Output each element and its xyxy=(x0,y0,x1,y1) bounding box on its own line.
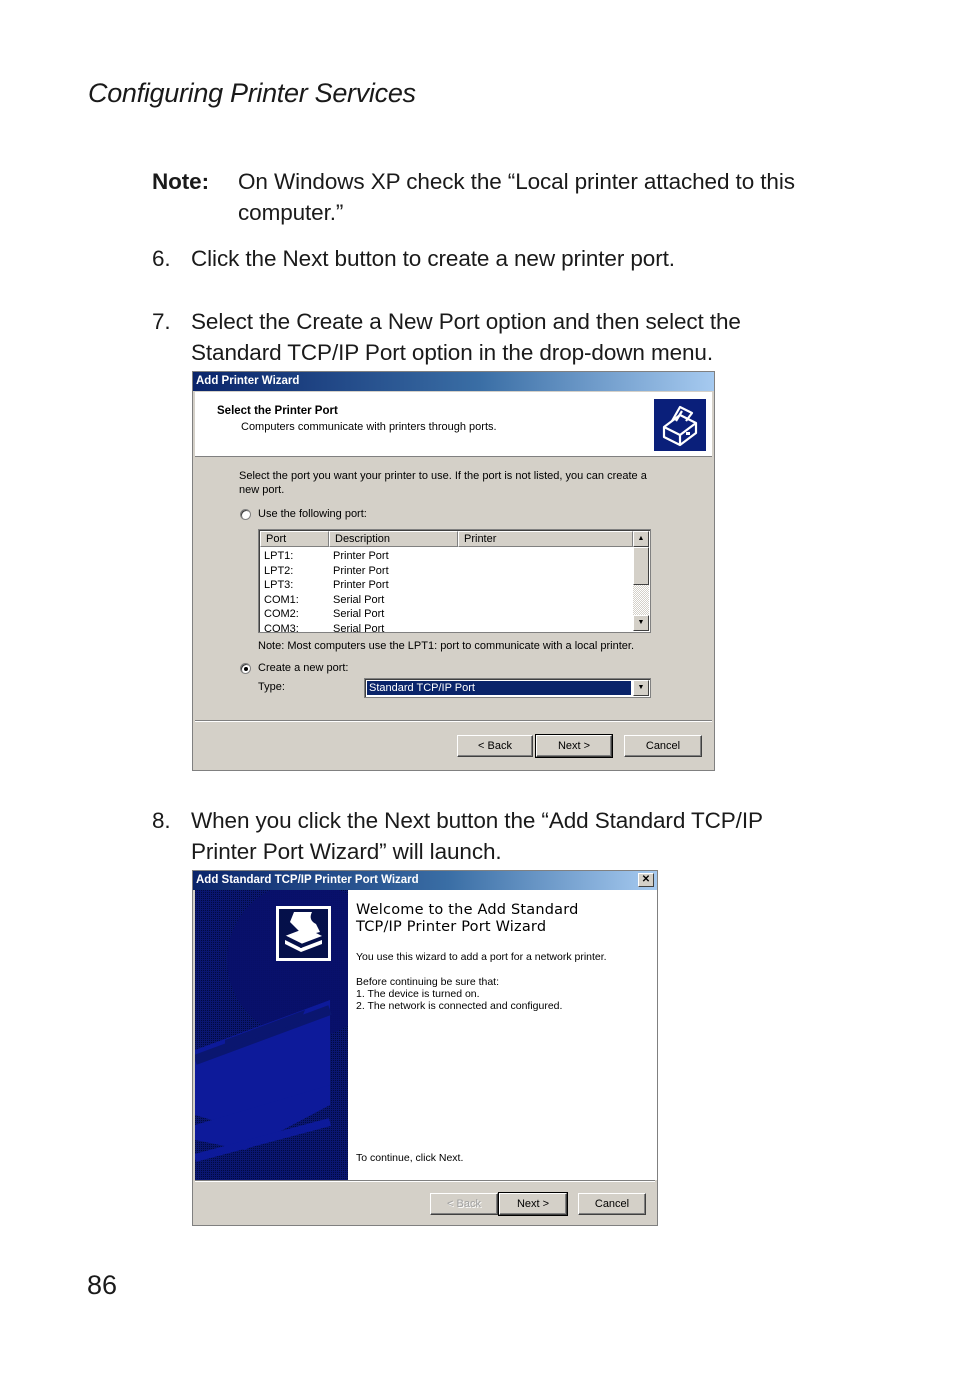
port-cell: LPT2: xyxy=(264,564,294,577)
header-title: Select the Printer Port xyxy=(217,405,338,417)
column-header-port[interactable]: Port xyxy=(260,531,329,547)
port-note-text: Note: Most computers use the LPT1: port … xyxy=(258,640,635,652)
printer-icon xyxy=(654,399,706,451)
divider xyxy=(195,720,712,722)
use-existing-port-label[interactable]: Use the following port: xyxy=(258,508,367,520)
column-header-description[interactable]: Description xyxy=(329,531,458,547)
note-text: On Windows XP check the “Local printer a… xyxy=(238,169,795,225)
create-new-port-label[interactable]: Create a new port: xyxy=(258,662,349,674)
step-number: 7. xyxy=(152,309,171,334)
port-cell: COM1: xyxy=(264,593,299,606)
step-text: Select the Create a New Port option and … xyxy=(191,309,741,365)
close-icon[interactable]: ✕ xyxy=(638,873,654,887)
port-row[interactable]: COM2: Serial Port xyxy=(264,607,384,622)
next-button[interactable]: Next > xyxy=(498,1192,568,1216)
port-list-scrollbar[interactable]: ▲ ▼ xyxy=(633,531,649,631)
description-cell: Printer Port xyxy=(333,579,389,591)
scroll-up-arrow-icon[interactable]: ▲ xyxy=(633,531,649,547)
intro-text: You use this wizard to add a port for a … xyxy=(356,951,607,963)
wizard-header: Select the Printer Port Computers commun… xyxy=(195,392,712,457)
page-number: 86 xyxy=(87,1270,118,1300)
wizard-content: Welcome to the Add Standard TCP/IP Print… xyxy=(348,890,657,1180)
port-list[interactable]: Port Description Printer LPT1: Printer Po… xyxy=(258,529,651,633)
description-cell: Serial Port xyxy=(333,622,385,633)
tcpip-port-wizard-dialog: Add Standard TCP/IP Printer Port Wizard … xyxy=(192,870,658,1226)
cancel-button[interactable]: Cancel xyxy=(578,1193,646,1215)
add-printer-wizard-dialog: Add Printer Wizard Select the Printer Po… xyxy=(192,371,715,771)
port-row[interactable]: LPT3: Printer Port xyxy=(264,578,389,593)
note-label: Note: xyxy=(152,169,209,194)
scrollbar-thumb[interactable] xyxy=(633,547,649,585)
step-number: 6. xyxy=(152,246,171,271)
step-text: When you click the Next button the “Add … xyxy=(191,808,763,864)
port-cell: LPT3: xyxy=(264,579,294,591)
step-number: 8. xyxy=(152,808,171,833)
description-cell: Serial Port xyxy=(333,593,385,606)
description-cell: Serial Port xyxy=(333,608,385,620)
port-type-dropdown[interactable]: Standard TCP/IP Port ▼ xyxy=(364,678,651,698)
printer-icon xyxy=(276,906,331,961)
welcome-title: Welcome to the Add Standard TCP/IP Print… xyxy=(356,902,579,936)
port-cell: COM3: xyxy=(264,622,299,633)
port-row[interactable]: LPT1: Printer Port xyxy=(264,549,389,564)
port-list-header: Port Description Printer xyxy=(260,531,633,547)
type-label: Type: xyxy=(258,681,285,693)
use-existing-port-radio[interactable] xyxy=(240,509,251,520)
dialog-titlebar[interactable]: Add Printer Wizard xyxy=(193,372,714,391)
continue-text: To continue, click Next. xyxy=(356,1152,464,1164)
welcome-title-line: Welcome to the Add Standard xyxy=(356,902,579,918)
dialog-title: Add Standard TCP/IP Printer Port Wizard xyxy=(196,874,419,886)
dialog-titlebar[interactable]: Add Standard TCP/IP Printer Port Wizard … xyxy=(193,871,657,890)
port-row[interactable]: COM3: Serial Port xyxy=(264,622,385,633)
divider xyxy=(195,1180,655,1182)
checklist-item: 2. The network is connected and configur… xyxy=(356,1000,563,1012)
column-header-printer[interactable]: Printer xyxy=(458,531,633,547)
scroll-down-arrow-icon[interactable]: ▼ xyxy=(633,615,649,631)
running-head: Configuring Printer Services xyxy=(88,78,416,108)
description-cell: Printer Port xyxy=(333,550,389,562)
port-type-value: Standard TCP/IP Port xyxy=(367,681,631,695)
instruction-text: Select the port you want your printer to… xyxy=(239,470,647,496)
next-button[interactable]: Next > xyxy=(535,734,613,758)
before-text: Before continuing be sure that: xyxy=(356,976,500,988)
create-new-port-radio[interactable] xyxy=(240,663,251,674)
port-cell: COM2: xyxy=(264,608,299,620)
step-text: Click the Next button to create a new pr… xyxy=(191,246,675,271)
checklist-item: 1. The device is turned on. xyxy=(356,988,480,1000)
back-button[interactable]: < Back xyxy=(430,1193,498,1215)
cancel-button[interactable]: Cancel xyxy=(624,735,702,757)
port-cell: LPT1: xyxy=(264,550,294,562)
back-button[interactable]: < Back xyxy=(457,735,533,757)
wizard-side-banner xyxy=(195,890,348,1180)
chevron-down-icon[interactable]: ▼ xyxy=(633,680,649,696)
welcome-title-line: TCP/IP Printer Port Wizard xyxy=(356,919,547,935)
header-subtitle: Computers communicate with printers thro… xyxy=(241,421,497,433)
dialog-title: Add Printer Wizard xyxy=(196,375,300,387)
port-row[interactable]: LPT2: Printer Port xyxy=(264,564,389,579)
description-cell: Printer Port xyxy=(333,564,389,577)
port-row[interactable]: COM1: Serial Port xyxy=(264,593,384,608)
